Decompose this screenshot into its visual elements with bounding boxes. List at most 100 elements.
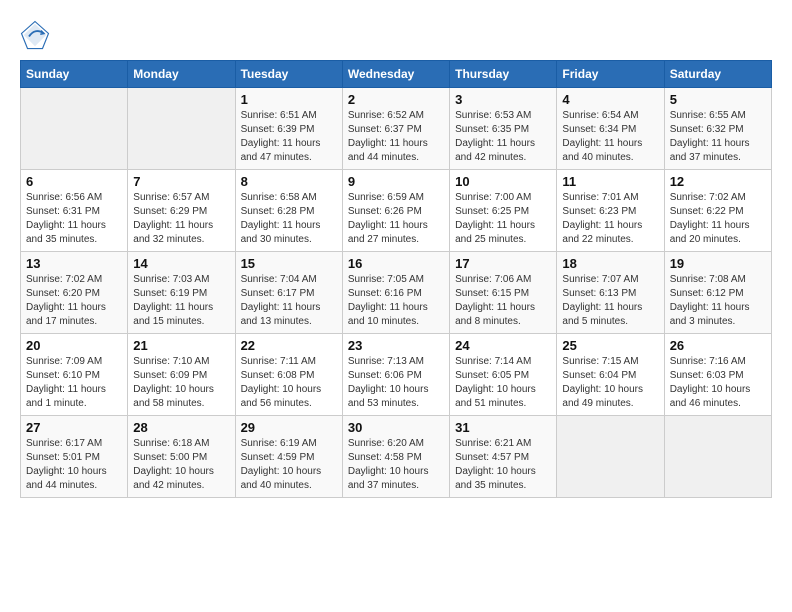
day-info: Sunrise: 7:00 AM Sunset: 6:25 PM Dayligh… [455, 191, 551, 247]
day-info: Sunrise: 7:04 AM Sunset: 6:17 PM Dayligh… [241, 273, 337, 329]
day-info: Sunrise: 6:57 AM Sunset: 6:29 PM Dayligh… [133, 191, 229, 247]
logo [20, 20, 54, 50]
day-number: 14 [133, 256, 229, 271]
calendar-week-row: 13 Sunrise: 7:02 AM Sunset: 6:20 PM Dayli… [21, 252, 772, 334]
day-number: 23 [348, 338, 444, 353]
weekday-header-row: SundayMondayTuesdayWednesdayThursdayFrid… [21, 61, 772, 88]
day-number: 10 [455, 174, 551, 189]
day-info: Sunrise: 7:05 AM Sunset: 6:16 PM Dayligh… [348, 273, 444, 329]
weekday-header: Wednesday [342, 61, 449, 88]
calendar-cell: 31Sunrise: 6:21 AM Sunset: 4:57 PM Dayli… [450, 416, 557, 498]
day-info: Sunrise: 7:14 AM Sunset: 6:05 PM Dayligh… [455, 355, 551, 411]
day-info: Sunrise: 6:17 AM Sunset: 5:01 PM Dayligh… [26, 437, 122, 493]
day-number: 26 [670, 338, 766, 353]
day-number: 29 [241, 420, 337, 435]
calendar-cell: 20 Sunrise: 7:09 AM Sunset: 6:10 PM Dayli… [21, 334, 128, 416]
day-info: Sunrise: 6:55 AM Sunset: 6:32 PM Dayligh… [670, 109, 766, 165]
day-number: 1 [241, 92, 337, 107]
calendar-cell: 15 Sunrise: 7:04 AM Sunset: 6:17 PM Dayli… [235, 252, 342, 334]
day-info: Sunrise: 6:53 AM Sunset: 6:35 PM Dayligh… [455, 109, 551, 165]
day-number: 28 [133, 420, 229, 435]
calendar-cell: 1 Sunrise: 6:51 AM Sunset: 6:39 PM Daylig… [235, 88, 342, 170]
calendar-cell: 24 Sunrise: 7:14 AM Sunset: 6:05 PM Dayli… [450, 334, 557, 416]
day-number: 7 [133, 174, 229, 189]
day-info: Sunrise: 6:51 AM Sunset: 6:39 PM Dayligh… [241, 109, 337, 165]
day-number: 15 [241, 256, 337, 271]
day-number: 27 [26, 420, 122, 435]
calendar-cell: 25Sunrise: 7:15 AM Sunset: 6:04 PM Dayli… [557, 334, 664, 416]
day-info: Sunrise: 6:54 AM Sunset: 6:34 PM Dayligh… [562, 109, 658, 165]
day-info: Sunrise: 6:52 AM Sunset: 6:37 PM Dayligh… [348, 109, 444, 165]
calendar-cell: 28 Sunrise: 6:18 AM Sunset: 5:00 PM Dayli… [128, 416, 235, 498]
day-number: 11 [562, 174, 658, 189]
day-number: 17 [455, 256, 551, 271]
day-info: Sunrise: 6:20 AM Sunset: 4:58 PM Dayligh… [348, 437, 444, 493]
day-info: Sunrise: 7:08 AM Sunset: 6:12 PM Dayligh… [670, 273, 766, 329]
day-number: 3 [455, 92, 551, 107]
calendar-cell: 19 Sunrise: 7:08 AM Sunset: 6:12 PM Dayli… [664, 252, 771, 334]
calendar-cell: 12 Sunrise: 7:02 AM Sunset: 6:22 PM Dayli… [664, 170, 771, 252]
calendar-cell: 18 Sunrise: 7:07 AM Sunset: 6:13 PM Dayli… [557, 252, 664, 334]
logo-icon [20, 20, 50, 50]
day-info: Sunrise: 6:18 AM Sunset: 5:00 PM Dayligh… [133, 437, 229, 493]
calendar-week-row: 1 Sunrise: 6:51 AM Sunset: 6:39 PM Daylig… [21, 88, 772, 170]
day-number: 6 [26, 174, 122, 189]
day-info: Sunrise: 6:59 AM Sunset: 6:26 PM Dayligh… [348, 191, 444, 247]
calendar-week-row: 27 Sunrise: 6:17 AM Sunset: 5:01 PM Dayli… [21, 416, 772, 498]
day-number: 2 [348, 92, 444, 107]
day-number: 19 [670, 256, 766, 271]
calendar-cell: 8 Sunrise: 6:58 AM Sunset: 6:28 PM Daylig… [235, 170, 342, 252]
calendar-cell: 22Sunrise: 7:11 AM Sunset: 6:08 PM Dayli… [235, 334, 342, 416]
weekday-header: Monday [128, 61, 235, 88]
day-info: Sunrise: 7:03 AM Sunset: 6:19 PM Dayligh… [133, 273, 229, 329]
calendar-cell: 11Sunrise: 7:01 AM Sunset: 6:23 PM Dayli… [557, 170, 664, 252]
day-info: Sunrise: 7:09 AM Sunset: 6:10 PM Dayligh… [26, 355, 122, 411]
day-info: Sunrise: 6:19 AM Sunset: 4:59 PM Dayligh… [241, 437, 337, 493]
calendar-cell: 3 Sunrise: 6:53 AM Sunset: 6:35 PM Daylig… [450, 88, 557, 170]
calendar-cell: 2 Sunrise: 6:52 AM Sunset: 6:37 PM Daylig… [342, 88, 449, 170]
calendar-cell: 17 Sunrise: 7:06 AM Sunset: 6:15 PM Dayli… [450, 252, 557, 334]
day-info: Sunrise: 6:56 AM Sunset: 6:31 PM Dayligh… [26, 191, 122, 247]
day-number: 16 [348, 256, 444, 271]
day-info: Sunrise: 7:07 AM Sunset: 6:13 PM Dayligh… [562, 273, 658, 329]
day-number: 21 [133, 338, 229, 353]
calendar-cell: 21 Sunrise: 7:10 AM Sunset: 6:09 PM Dayli… [128, 334, 235, 416]
calendar-week-row: 20 Sunrise: 7:09 AM Sunset: 6:10 PM Dayli… [21, 334, 772, 416]
calendar-cell [557, 416, 664, 498]
calendar-cell: 26 Sunrise: 7:16 AM Sunset: 6:03 PM Dayli… [664, 334, 771, 416]
day-number: 31 [455, 420, 551, 435]
calendar-cell: 16 Sunrise: 7:05 AM Sunset: 6:16 PM Dayli… [342, 252, 449, 334]
day-info: Sunrise: 7:10 AM Sunset: 6:09 PM Dayligh… [133, 355, 229, 411]
day-number: 13 [26, 256, 122, 271]
weekday-header: Sunday [21, 61, 128, 88]
day-info: Sunrise: 7:16 AM Sunset: 6:03 PM Dayligh… [670, 355, 766, 411]
day-info: Sunrise: 7:13 AM Sunset: 6:06 PM Dayligh… [348, 355, 444, 411]
calendar-cell: 7 Sunrise: 6:57 AM Sunset: 6:29 PM Daylig… [128, 170, 235, 252]
weekday-header: Tuesday [235, 61, 342, 88]
calendar-cell: 14 Sunrise: 7:03 AM Sunset: 6:19 PM Dayli… [128, 252, 235, 334]
calendar-week-row: 6 Sunrise: 6:56 AM Sunset: 6:31 PM Daylig… [21, 170, 772, 252]
calendar-cell: 29 Sunrise: 6:19 AM Sunset: 4:59 PM Dayli… [235, 416, 342, 498]
day-info: Sunrise: 7:06 AM Sunset: 6:15 PM Dayligh… [455, 273, 551, 329]
day-number: 12 [670, 174, 766, 189]
day-number: 20 [26, 338, 122, 353]
calendar-cell [664, 416, 771, 498]
day-number: 25 [562, 338, 658, 353]
day-number: 18 [562, 256, 658, 271]
calendar-cell: 10 Sunrise: 7:00 AM Sunset: 6:25 PM Dayli… [450, 170, 557, 252]
weekday-header: Saturday [664, 61, 771, 88]
calendar-cell: 30 Sunrise: 6:20 AM Sunset: 4:58 PM Dayli… [342, 416, 449, 498]
day-number: 5 [670, 92, 766, 107]
calendar-cell: 6 Sunrise: 6:56 AM Sunset: 6:31 PM Daylig… [21, 170, 128, 252]
day-number: 8 [241, 174, 337, 189]
day-info: Sunrise: 6:58 AM Sunset: 6:28 PM Dayligh… [241, 191, 337, 247]
day-number: 30 [348, 420, 444, 435]
calendar-cell: 9Sunrise: 6:59 AM Sunset: 6:26 PM Daylig… [342, 170, 449, 252]
page-header [20, 20, 772, 50]
day-info: Sunrise: 7:02 AM Sunset: 6:20 PM Dayligh… [26, 273, 122, 329]
weekday-header: Friday [557, 61, 664, 88]
day-number: 24 [455, 338, 551, 353]
calendar-cell: 27 Sunrise: 6:17 AM Sunset: 5:01 PM Dayli… [21, 416, 128, 498]
calendar-table: SundayMondayTuesdayWednesdayThursdayFrid… [20, 60, 772, 498]
day-info: Sunrise: 7:02 AM Sunset: 6:22 PM Dayligh… [670, 191, 766, 247]
